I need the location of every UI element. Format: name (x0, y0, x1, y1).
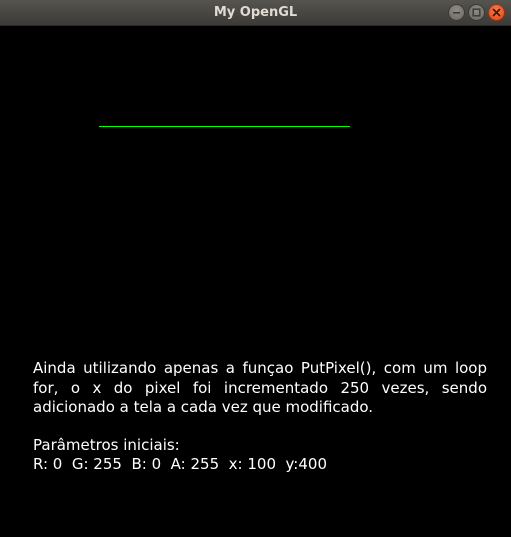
close-button[interactable] (488, 4, 505, 21)
minimize-icon (453, 12, 460, 14)
params-values: R: 0 G: 255 B: 0 A: 255 x: 100 y:400 (33, 455, 327, 473)
app-window: My OpenGL Ainda utilizando apenas a funç… (0, 0, 511, 537)
close-icon (492, 8, 501, 17)
window-title: My OpenGL (213, 5, 298, 20)
opengl-canvas[interactable]: Ainda utilizando apenas a funçao PutPixe… (0, 27, 511, 537)
maximize-button[interactable] (468, 4, 485, 21)
description-text: Ainda utilizando apenas a funçao PutPixe… (33, 359, 487, 416)
title-bar[interactable]: My OpenGL (0, 0, 511, 26)
params-title: Parâmetros iniciais: (33, 436, 180, 454)
minimize-button[interactable] (448, 4, 465, 21)
green-pixel-line (99, 126, 350, 127)
maximize-icon (472, 8, 481, 17)
